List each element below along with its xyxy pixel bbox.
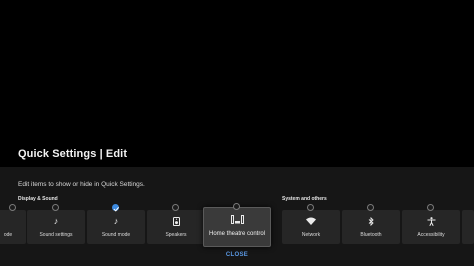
tile-checkbox[interactable]: [52, 204, 59, 211]
tile-sound-mode[interactable]: ♪ Sound mode: [87, 204, 145, 244]
tile-label: Sound settings: [39, 232, 73, 238]
page-title: Quick Settings | Edit: [18, 148, 128, 160]
music-note-icon: ♪: [53, 216, 59, 226]
tile-row: ode ♪ Sound settings ♪ Sound mode Speake…: [0, 203, 474, 247]
tile-checkbox[interactable]: [367, 204, 374, 211]
tile-checkbox[interactable]: [233, 203, 240, 210]
quick-settings-edit-screen: Quick Settings | Edit Edit items to show…: [0, 0, 474, 266]
tile-label: Speakers: [165, 232, 187, 238]
tile-accessibility[interactable]: Accessibility: [402, 204, 460, 244]
tile-checkbox[interactable]: [307, 204, 314, 211]
tile-checkbox-checked[interactable]: [112, 204, 119, 211]
tile-checkbox[interactable]: [427, 204, 434, 211]
tile-label: Bluetooth: [360, 232, 382, 238]
close-button[interactable]: CLOSE: [0, 252, 474, 258]
tile-label: Home theatre control: [208, 231, 266, 237]
bluetooth-icon: [342, 217, 400, 226]
tile-checkbox[interactable]: [9, 204, 16, 211]
tile-speakers[interactable]: Speakers: [147, 204, 205, 244]
tile-label: Accessibility: [417, 232, 445, 238]
section-label-system-others: System and others: [282, 196, 327, 202]
wifi-icon: [282, 217, 340, 225]
tile-label: Network: [301, 232, 321, 238]
tile-partial[interactable]: [462, 210, 474, 244]
tile-label: ode: [3, 232, 13, 238]
tile-sound-settings[interactable]: ♪ Sound settings: [27, 204, 85, 244]
tile-label: Sound mode: [101, 232, 131, 238]
home-theatre-icon: [204, 215, 270, 224]
speaker-icon: [147, 217, 205, 226]
panel-description: Edit items to show or hide in Quick Sett…: [18, 181, 145, 188]
tile-network[interactable]: Network: [282, 204, 340, 244]
accessibility-icon: [402, 217, 460, 226]
tile-checkbox[interactable]: [172, 204, 179, 211]
tile-home-theatre-control[interactable]: Home theatre control: [203, 203, 271, 247]
music-note-icon: ♪: [113, 216, 119, 226]
section-label-display-sound: Display & Sound: [18, 196, 58, 202]
tile-bluetooth[interactable]: Bluetooth: [342, 204, 400, 244]
tile-picture-mode[interactable]: ode: [0, 204, 26, 244]
